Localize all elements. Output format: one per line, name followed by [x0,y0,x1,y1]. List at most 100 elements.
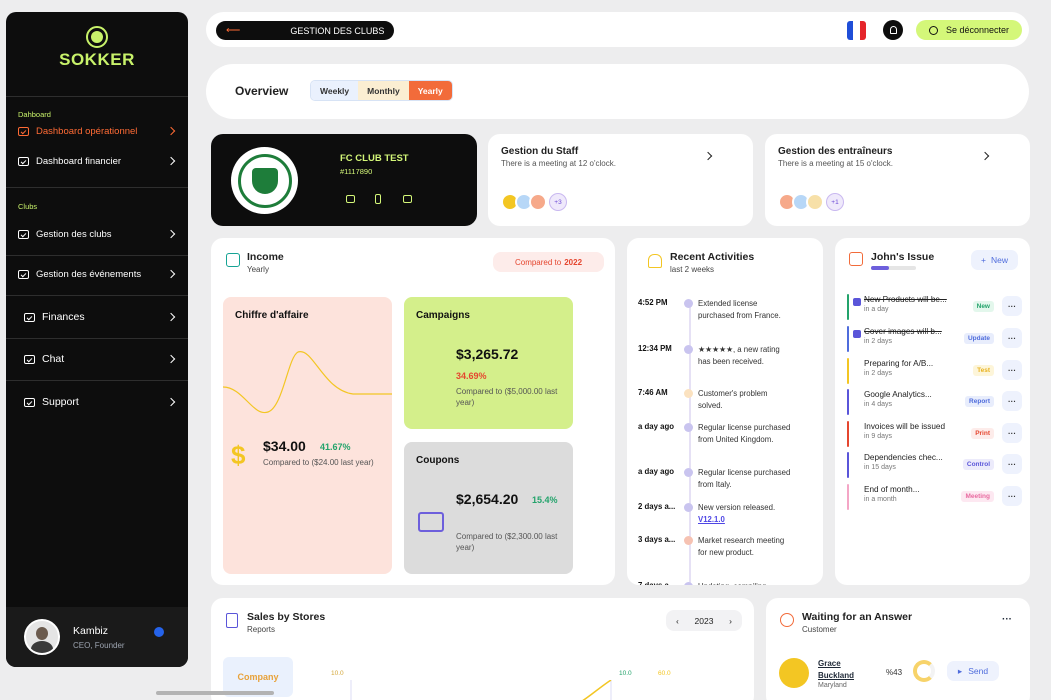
issue-title: John's Issue [871,251,935,263]
compared-year-select[interactable]: Compared to 2022 [493,252,604,272]
more-options-icon[interactable]: ··· [1002,423,1022,443]
revenue-wave [223,351,392,414]
issue-item[interactable]: Google Analytics... in 4 days Report ··· [847,389,1022,415]
user-role: CEO, Founder [73,640,125,650]
customer-location: Maryland [818,682,847,689]
issue-item[interactable]: Dependencies chec... in 15 days Control … [847,452,1022,478]
activity-description: New version released. [698,503,776,512]
phone-icon[interactable] [375,194,381,204]
club-card[interactable]: FC CLUB TEST #1117890 [211,134,477,226]
chevron-right-icon[interactable] [980,151,990,161]
trainers-subtitle: There is a meeting at 15 o'clock. [778,159,893,168]
waiting-title: Waiting for an Answer [802,611,913,623]
sidebar-item-dashboard-financier[interactable]: Dashboard financier [18,151,176,171]
tab-weekly[interactable]: Weekly [311,81,359,100]
version-link[interactable]: V12.1.0 [698,515,725,524]
staff-subtitle: There is a meeting at 12 o'clock. [501,159,616,168]
prev-year-icon[interactable]: ‹ [676,616,679,626]
activity-text: Market research meeting for new product. [698,535,793,558]
activity-description: Updating, compiling [698,582,766,585]
more-options-icon[interactable]: ··· [1002,296,1022,316]
tab-yearly[interactable]: Yearly [408,81,452,100]
issue-item[interactable]: End of month... in a month Meeting ··· [847,484,1022,510]
next-year-icon[interactable]: › [729,616,732,626]
issue-due: in 2 days [864,370,893,377]
waiting-answer-card: Waiting for an Answer Customer ··· Grace… [766,598,1030,700]
user-name: Kambiz [73,624,109,637]
more-options-icon[interactable]: ··· [1002,328,1022,348]
coupons-amount: $2,654.20 [456,491,519,507]
issue-item[interactable]: New Products will be... in a day New ··· [847,294,1022,320]
mail-icon[interactable] [346,195,355,203]
user-profile[interactable]: Kambiz CEO, Founder [6,607,188,667]
trainers-card[interactable]: Gestion des entraîneurs There is a meeti… [765,134,1030,226]
page-title-pill: ⟵ GESTION DES CLUBS [216,21,394,40]
more-options-icon[interactable]: ··· [1002,454,1022,474]
recent-title: Recent Activities [670,251,755,263]
brand-logo[interactable]: SOKKER [6,26,188,70]
activity-description: Extended license purchased from France. [698,299,781,320]
tab-monthly[interactable]: Monthly [358,81,409,100]
staff-card[interactable]: Gestion du Staff There is a meeting at 1… [488,134,753,226]
issue-name: Google Analytics... [864,390,932,399]
trainers-title: Gestion des entraîneurs [778,146,893,157]
sidebar-item-label: Gestion des événements [36,268,142,280]
sales-chart [350,680,612,700]
avatar [806,193,824,211]
customer-name[interactable]: Grace Buckland [818,658,854,682]
year-selector: ‹ 2023 › [666,610,742,631]
sidebar-item-finances[interactable]: Finances [24,307,176,327]
issue-item[interactable]: Preparing for A/B... in 2 days Test ··· [847,358,1022,384]
more-options-icon[interactable]: ··· [1002,614,1012,625]
sidebar: SOKKER Dahboard Dashboard opérationnel D… [6,12,188,667]
issue-item[interactable]: Invoices will be issued in 9 days Print … [847,421,1022,447]
section-clubs: Clubs [18,202,38,211]
more-options-icon[interactable]: ··· [1002,360,1022,380]
sidebar-item-support[interactable]: Support [24,392,176,412]
sidebar-item-label: Support [42,396,79,408]
monitor-icon [24,397,35,407]
new-label: New [990,255,1008,265]
issue-item[interactable]: Cover images will b... in 2 days Update … [847,326,1022,352]
activity-time: 7 days a... [638,581,686,585]
brand-name: SOKKER [59,50,135,69]
issue-color-bar [847,421,849,447]
more-count-badge[interactable]: +3 [549,193,567,211]
chiffre-compare: Compared to ($24.00 last year) [263,458,374,467]
divider [6,295,188,296]
checked-icon[interactable] [853,298,861,306]
bell-icon[interactable] [883,20,903,40]
activity-description: Market research meeting for new product. [698,536,785,557]
more-count-badge[interactable]: +1 [826,193,844,211]
timeline-dot [684,389,693,398]
ticket-icon [418,512,444,532]
issue-tag: Control [962,459,994,470]
axis-label: 10.0 [331,670,344,677]
divider [6,96,188,97]
sidebar-item-gestion-evenements[interactable]: Gestion des événements [18,264,176,284]
sidebar-item-label: Dashboard opérationnel [36,125,138,137]
send-button[interactable]: ▸ Send [947,661,999,681]
timeline-dot [684,423,693,432]
logout-button[interactable]: Se déconnecter [916,20,1022,40]
timeline-dot [684,536,693,545]
checked-icon[interactable] [853,330,861,338]
more-options-icon[interactable]: ··· [1002,391,1022,411]
chevron-right-icon[interactable] [703,151,713,161]
top-bar: ⟵ GESTION DES CLUBS Se déconnecter [206,12,1029,47]
flag-france-icon[interactable] [847,21,866,40]
message-icon[interactable] [403,195,412,203]
selected-year: 2023 [694,615,714,626]
monitor-icon [18,156,29,166]
horizontal-scrollbar[interactable] [156,691,274,695]
more-options-icon[interactable]: ··· [1002,486,1022,506]
new-issue-button[interactable]: + New [971,250,1018,270]
income-title: Income [247,251,284,263]
sidebar-item-gestion-clubs[interactable]: Gestion des clubs [18,224,176,244]
sidebar-item-chat[interactable]: Chat [24,349,176,369]
back-arrow-icon[interactable]: ⟵ [226,25,240,36]
chiffre-pct: 41.67% [320,442,351,452]
sidebar-item-dashboard-operationnel[interactable]: Dashboard opérationnel [18,121,176,141]
campaigns-pct: 34.69% [456,371,487,381]
divider [6,338,188,339]
